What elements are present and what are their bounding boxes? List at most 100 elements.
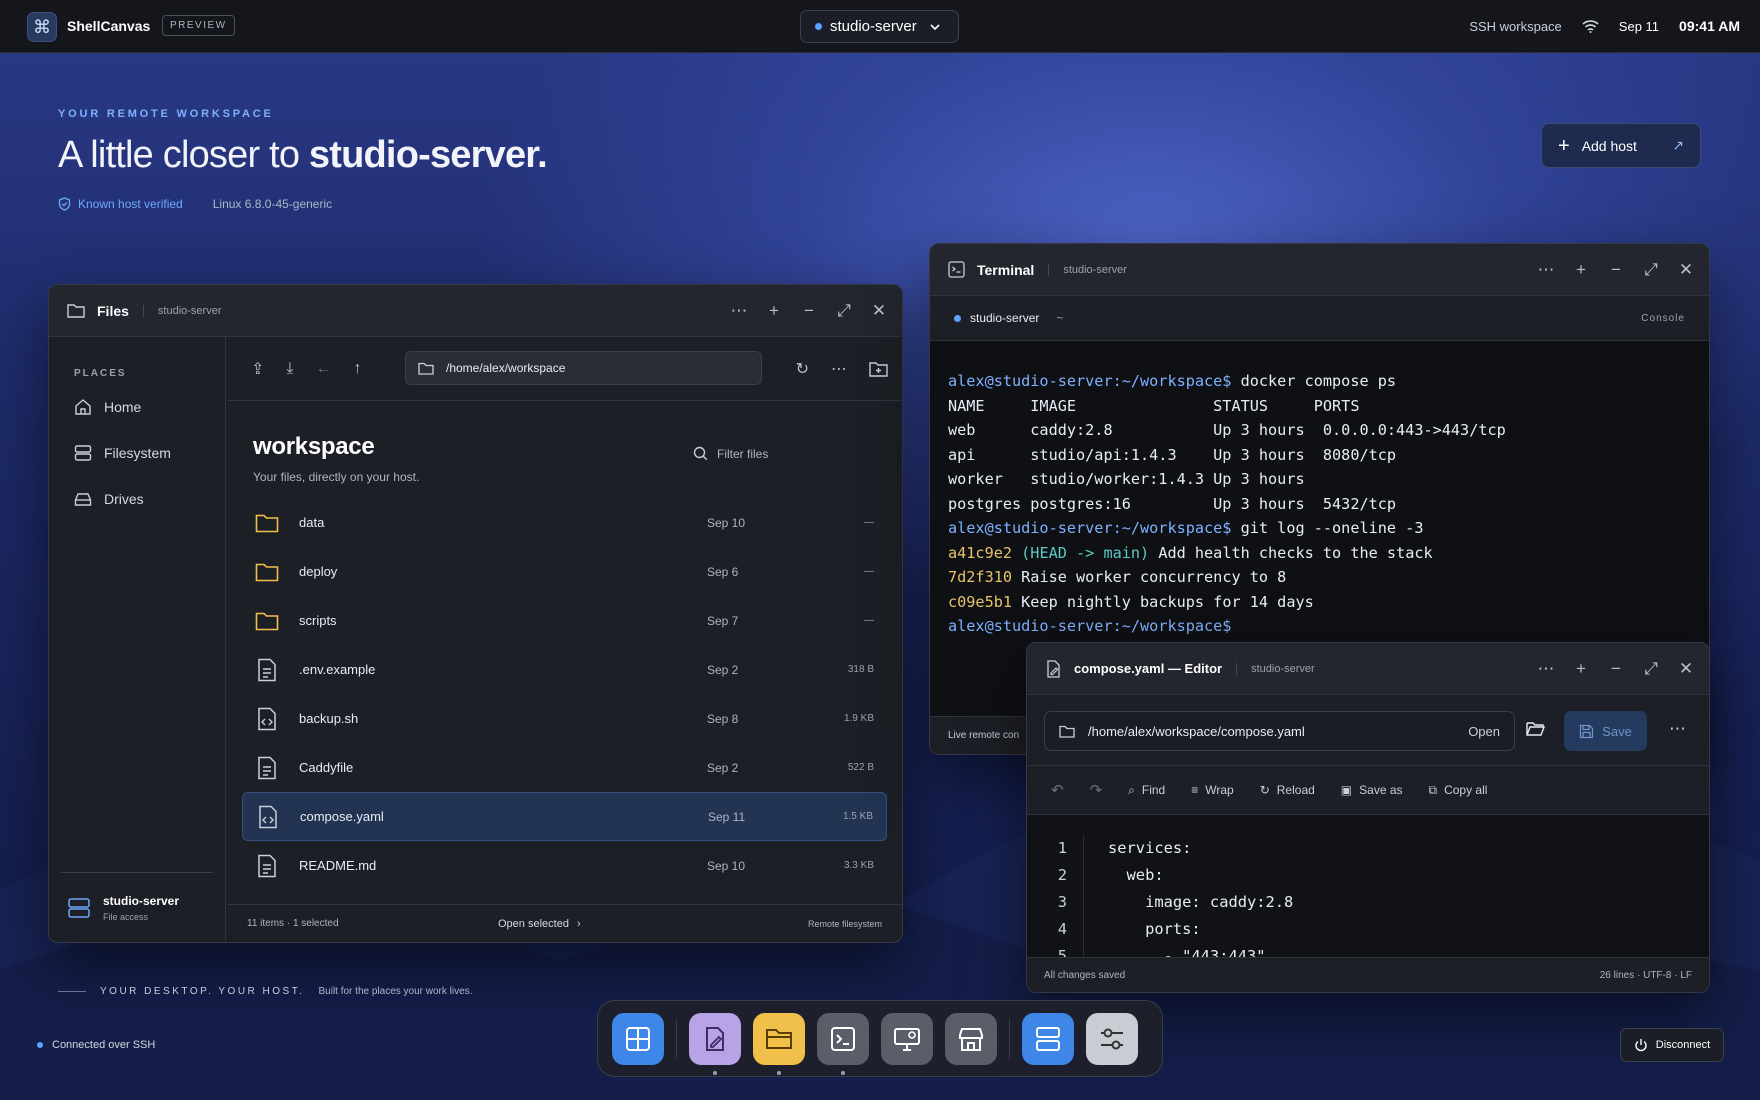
file-row[interactable]: backup.sh Sep 8 1.9 KB xyxy=(242,694,887,743)
refresh-icon[interactable]: ↻ xyxy=(796,359,809,379)
commit-message: Add health checks to the stack xyxy=(1149,543,1433,562)
terminal-status: Live remote con xyxy=(948,730,1020,741)
maximize-icon[interactable]: ⤢ xyxy=(835,301,853,321)
more-icon[interactable]: ⋯ xyxy=(1537,260,1555,280)
sidebar-host-name: studio-server xyxy=(103,893,180,908)
commit-hash: a41c9e2 xyxy=(948,543,1013,562)
code-line: ports: xyxy=(1108,920,1201,938)
new-folder-icon[interactable] xyxy=(869,361,888,377)
file-name: Caddyfile xyxy=(299,760,354,775)
file-row[interactable]: .env.example Sep 2 318 B xyxy=(242,645,887,694)
folder-icon xyxy=(254,513,280,533)
terminal-titlebar[interactable]: Terminal studio-server ⋯ + − ⤢ ✕ xyxy=(930,244,1709,296)
folder-description: Your files, directly on your host. xyxy=(253,470,420,484)
terminal-icon[interactable] xyxy=(817,1012,869,1075)
download-icon[interactable]: ⤓ xyxy=(286,360,293,378)
code-file-icon xyxy=(255,805,281,829)
disconnect-button[interactable]: Disconnect xyxy=(1620,1028,1724,1062)
sidebar-host-sub: File access xyxy=(103,911,149,922)
new-tab-icon[interactable]: + xyxy=(1572,659,1590,679)
save-as-button[interactable]: ▣ Save as xyxy=(1341,783,1403,797)
host-selector-label: studio-server xyxy=(830,18,917,35)
status-dot xyxy=(815,23,822,30)
tagline-sub: Built for the places your work lives. xyxy=(318,986,473,997)
sidebar-item-home[interactable]: Home xyxy=(74,398,141,416)
new-window-icon[interactable]: + xyxy=(765,301,783,321)
files-main: ⇪ ⤓ ← ↑ /home/alex/workspace ↻ ⋯ workspa… xyxy=(227,337,902,942)
close-icon[interactable]: ✕ xyxy=(1677,659,1695,679)
file-row[interactable]: README.md Sep 10 3.3 KB xyxy=(242,841,887,890)
sidebar-item-filesystem[interactable]: Filesystem xyxy=(74,444,171,462)
minimize-icon[interactable]: − xyxy=(800,301,818,321)
remote-label: Remote filesystem xyxy=(807,918,882,929)
open-selected-button[interactable]: Open selected › xyxy=(498,918,581,930)
file-size: 1.5 KB xyxy=(842,811,873,822)
open-button[interactable]: Open xyxy=(1468,724,1500,739)
launcher-icon[interactable] xyxy=(612,1012,664,1065)
server-icon xyxy=(74,445,92,461)
commit-hash: c09e5b1 xyxy=(948,592,1013,611)
filter-input[interactable]: Filter files xyxy=(693,446,768,461)
files-sidebar: PLACES Home Filesystem Drives studio-ser… xyxy=(49,337,226,942)
file-row[interactable]: deploy Sep 6 — xyxy=(242,547,887,596)
editor-window: compose.yaml — Editor studio-server ⋯ + − ⤢… xyxy=(1026,642,1710,993)
wrap-button[interactable]: ≡ Wrap xyxy=(1191,783,1233,797)
files-icon[interactable] xyxy=(753,1012,805,1075)
minimize-icon[interactable]: − xyxy=(1607,659,1625,679)
new-tab-icon[interactable]: + xyxy=(1572,260,1590,280)
more-icon[interactable]: ⋯ xyxy=(1537,659,1555,679)
find-button[interactable]: ⌕ Find xyxy=(1128,783,1165,798)
add-host-button[interactable]: + Add host ↗ xyxy=(1541,123,1701,168)
copy-all-button[interactable]: ⧉ Copy all xyxy=(1429,783,1488,798)
workspace-label: SSH workspace xyxy=(1469,18,1562,34)
host-selector[interactable]: studio-server xyxy=(800,10,959,43)
editor-titlebar[interactable]: compose.yaml — Editor studio-server ⋯ + − ⤢… xyxy=(1027,643,1709,695)
file-path-input[interactable]: /home/alex/workspace/compose.yaml Open xyxy=(1044,711,1515,751)
maximize-icon[interactable]: ⤢ xyxy=(1642,260,1660,280)
terminal-tab[interactable]: studio-server xyxy=(970,311,1039,325)
save-button[interactable]: Save xyxy=(1564,711,1647,751)
close-icon[interactable]: ✕ xyxy=(1677,260,1695,280)
more-icon[interactable]: ⋯ xyxy=(730,301,748,321)
hero: YOUR REMOTE WORKSPACE A little closer to… xyxy=(58,108,548,211)
monitor-icon[interactable] xyxy=(881,1012,933,1065)
line-number: 1 xyxy=(1057,839,1067,857)
more-icon[interactable]: ⋯ xyxy=(831,359,847,379)
servers-icon[interactable] xyxy=(1022,1012,1074,1065)
redo-icon[interactable]: ↷ xyxy=(1090,781,1103,799)
maximize-icon[interactable]: ⤢ xyxy=(1642,659,1660,679)
store-icon[interactable] xyxy=(945,1012,997,1065)
settings-icon[interactable] xyxy=(1086,1012,1138,1065)
editor-icon[interactable] xyxy=(689,1012,741,1075)
sidebar-host-card[interactable]: studio-server File access xyxy=(61,872,213,942)
undo-icon[interactable]: ↶ xyxy=(1051,781,1064,799)
running-indicator xyxy=(777,1070,781,1075)
code-editor[interactable]: 1 2 3 4 5 services: web: image: caddy:2.… xyxy=(1027,815,1709,959)
upload-icon[interactable]: ⇪ xyxy=(251,359,264,379)
date: Sep 11 xyxy=(1618,18,1660,34)
filter-placeholder: Filter files xyxy=(717,446,769,461)
command-icon[interactable]: ⌘ xyxy=(27,12,57,42)
close-icon[interactable]: ✕ xyxy=(870,301,888,321)
sidebar-item-label: Filesystem xyxy=(104,445,171,461)
file-size: 318 B xyxy=(847,664,874,675)
file-path-text: /home/alex/workspace/compose.yaml xyxy=(1088,723,1305,739)
back-icon[interactable]: ← xyxy=(315,360,331,378)
minimize-icon[interactable]: − xyxy=(1607,260,1625,280)
file-row[interactable]: compose.yaml Sep 11 1.5 KB xyxy=(242,792,887,841)
file-row[interactable]: data Sep 10 — xyxy=(242,498,887,547)
file-row[interactable]: Caddyfile Sep 2 522 B xyxy=(242,743,887,792)
reload-button[interactable]: ↻ Reload xyxy=(1260,783,1315,797)
app-name: ShellCanvas xyxy=(67,18,151,34)
file-date: Sep 7 xyxy=(707,613,739,628)
open-folder-icon[interactable] xyxy=(1526,721,1546,741)
sidebar-item-drives[interactable]: Drives xyxy=(74,490,144,508)
files-titlebar[interactable]: Files studio-server ⋯ + − ⤢ ✕ xyxy=(49,285,902,337)
hero-title-host: studio-server. xyxy=(308,134,548,176)
more-icon[interactable]: ⋯ xyxy=(1669,719,1686,739)
up-icon[interactable]: ↑ xyxy=(353,360,361,378)
wifi-icon[interactable] xyxy=(1582,19,1599,33)
path-bar[interactable]: /home/alex/workspace xyxy=(405,351,762,385)
disconnect-label: Disconnect xyxy=(1655,1039,1711,1051)
file-row[interactable]: scripts Sep 7 — xyxy=(242,596,887,645)
